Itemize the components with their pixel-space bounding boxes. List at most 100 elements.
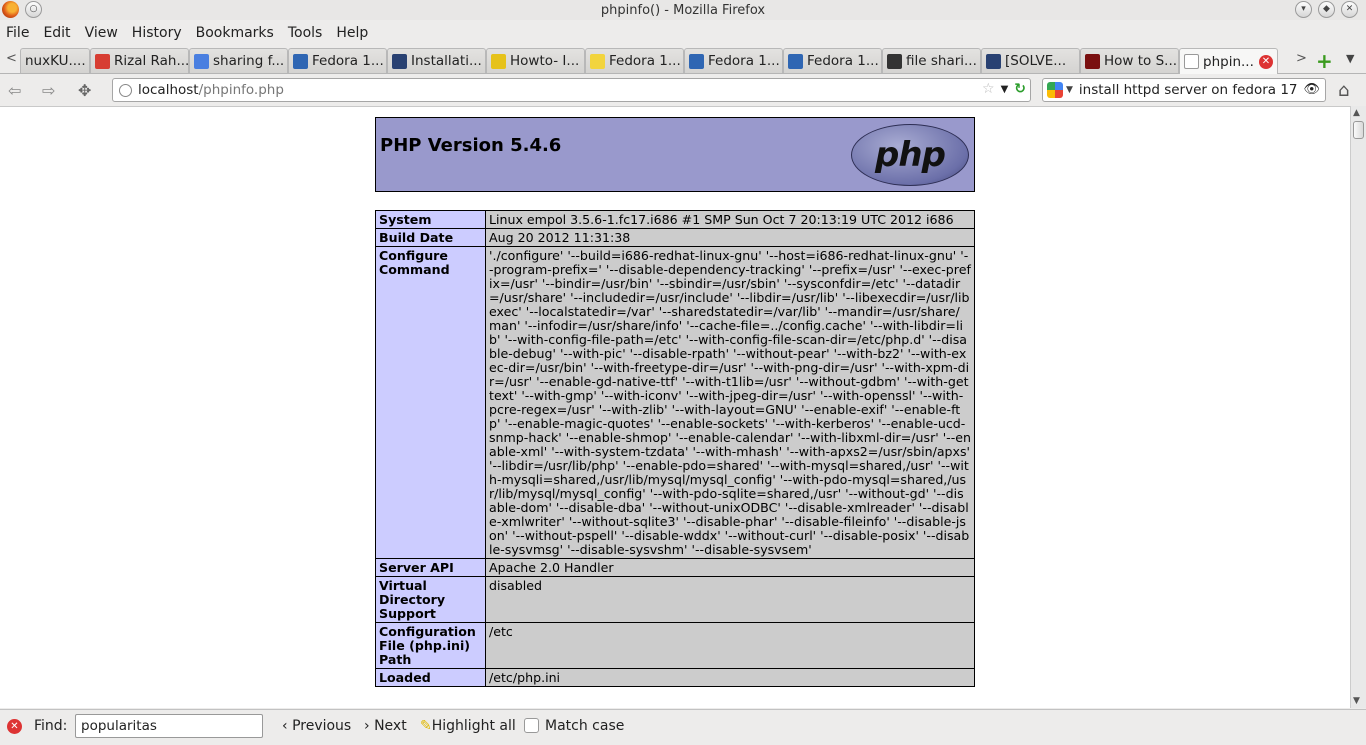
browser-tab[interactable]: phpin... ✕ [1179, 48, 1278, 74]
tab-label: [SOLVE... [1005, 53, 1067, 69]
url-bar[interactable]: localhost/phpinfo.php ☆ ▼ ↻ [112, 78, 1031, 102]
find-next-label: Next [374, 718, 407, 734]
browser-tab[interactable]: nuxKU.... [20, 48, 90, 73]
row-value: disabled [485, 576, 975, 623]
browser-tab[interactable]: Fedora 1... [288, 48, 387, 73]
menu-view[interactable]: View [85, 25, 118, 41]
row-key: Virtual Directory Support [375, 576, 486, 623]
highlighter-icon: ✎ [420, 718, 432, 734]
checkbox-icon[interactable] [524, 718, 539, 733]
row-key: Configuration File (php.ini) Path [375, 622, 486, 669]
menu-history[interactable]: History [132, 25, 182, 41]
php-logo-text: php [875, 135, 946, 175]
tab-favicon-icon [194, 53, 209, 69]
find-previous-button[interactable]: ‹ Previous [282, 718, 351, 734]
php-version-heading: PHP Version 5.4.6 [380, 135, 562, 156]
scroll-up-icon[interactable]: ▲ [1353, 108, 1360, 118]
tab-label: Fedora 1... [807, 53, 879, 69]
search-binoculars-icon[interactable]: 👁 [1303, 82, 1320, 97]
menu-bar: File Edit View History Bookmarks Tools H… [0, 21, 1366, 45]
match-case-label: Match case [545, 718, 625, 734]
php-logo: php [851, 124, 969, 186]
menu-file[interactable]: File [6, 25, 29, 41]
tab-label: file shari... [906, 53, 977, 69]
site-identity-icon[interactable] [119, 83, 132, 97]
google-engine-icon[interactable] [1047, 82, 1063, 98]
browser-tab[interactable]: Fedora 1... [585, 48, 684, 73]
table-row: Configure Command './configure' '--build=… [375, 246, 975, 559]
tab-label: Fedora 1... [708, 53, 780, 69]
row-key: Build Date [375, 228, 486, 247]
tab-favicon-icon [293, 53, 308, 69]
find-previous-label: Previous [292, 718, 352, 734]
tab-label: sharing f... [213, 53, 285, 69]
new-tab-icon[interactable]: + [1316, 49, 1333, 73]
maximize-icon[interactable]: ◆ [1318, 1, 1335, 18]
menu-edit[interactable]: Edit [43, 25, 70, 41]
chevron-right-icon: › [364, 718, 370, 734]
close-find-bar-icon[interactable]: ✕ [7, 719, 22, 734]
find-next-button[interactable]: › Next [364, 718, 407, 734]
search-input[interactable]: install httpd server on fedora 17 [1079, 82, 1298, 98]
window-titlebar: ○ phpinfo() - Mozilla Firefox ▾ ◆ ✕ [0, 0, 1366, 20]
menu-tools[interactable]: Tools [288, 25, 323, 41]
row-value: Aug 20 2012 11:31:38 [485, 228, 975, 247]
row-key: System [375, 210, 486, 229]
tab-favicon-icon [788, 53, 803, 69]
window-menu-icon[interactable]: ○ [25, 1, 42, 18]
browser-tab[interactable]: Fedora 1... [783, 48, 882, 73]
row-key: Configure Command [375, 246, 486, 559]
tab-favicon-icon [1184, 54, 1199, 69]
search-bar[interactable]: ▼ install httpd server on fedora 17 👁 [1042, 78, 1326, 102]
page-scrollbar[interactable]: ▲ ▼ [1350, 106, 1366, 708]
firefox-logo-icon[interactable] [2, 1, 19, 18]
reload-icon[interactable]: ↻ [1014, 81, 1026, 97]
url-path: /phpinfo.php [198, 82, 284, 98]
tab-scroll-right-icon[interactable]: > [1296, 51, 1307, 66]
table-row: Virtual Directory Support disabled [375, 576, 975, 623]
tab-label: Rizal Rah... [114, 53, 189, 69]
minimize-icon[interactable]: ▾ [1295, 1, 1312, 18]
forward-icon[interactable]: ⇨ [42, 81, 55, 100]
search-engine-dropdown-icon[interactable]: ▼ [1066, 85, 1073, 95]
chevron-left-icon: ‹ [282, 718, 288, 734]
table-row: Loaded/etc/php.ini [375, 668, 975, 687]
browser-tab[interactable]: file shari... [882, 48, 981, 73]
bookmark-star-icon[interactable]: ☆ [982, 81, 995, 97]
browser-tab[interactable]: Howto- I... [486, 48, 585, 73]
list-all-tabs-icon[interactable]: ▼ [1346, 52, 1354, 65]
scroll-down-icon[interactable]: ▼ [1353, 696, 1360, 706]
find-input[interactable] [75, 714, 263, 738]
find-bar: ✕ Find: ‹ Previous › Next ✎Highlight all… [0, 709, 1366, 745]
menu-bookmarks[interactable]: Bookmarks [196, 25, 274, 41]
tab-favicon-icon [491, 53, 506, 69]
find-label: Find: [34, 718, 68, 734]
browser-tab[interactable]: Rizal Rah... [90, 48, 189, 73]
home-icon[interactable]: ⌂ [1338, 80, 1349, 101]
browser-tab[interactable]: sharing f... [189, 48, 288, 73]
browser-tab[interactable]: [SOLVE... [981, 48, 1080, 73]
tab-favicon-icon [95, 53, 110, 69]
tab-scroll-left-icon[interactable]: < [6, 51, 17, 66]
close-window-icon[interactable]: ✕ [1341, 1, 1358, 18]
url-host: localhost [138, 82, 199, 98]
back-icon[interactable]: ⇦ [8, 81, 21, 100]
table-row: System Linux empol 3.5.6-1.fc17.i686 #1 S… [375, 210, 975, 229]
tab-favicon-icon [986, 53, 1001, 69]
url-dropdown-icon[interactable]: ▼ [1001, 84, 1009, 95]
scrollbar-thumb[interactable] [1353, 121, 1364, 139]
highlight-all-button[interactable]: ✎Highlight all [420, 718, 516, 734]
match-case-checkbox[interactable]: Match case [524, 718, 624, 734]
window-title: phpinfo() - Mozilla Firefox [600, 2, 766, 18]
puzzle-icon[interactable]: ✥ [78, 81, 91, 100]
page-content: PHP Version 5.4.6 php System Linux empol … [0, 106, 1350, 708]
row-key: Loaded [375, 668, 486, 687]
browser-tab[interactable]: How to S... [1080, 48, 1179, 73]
close-tab-icon[interactable]: ✕ [1259, 54, 1273, 69]
row-value: Apache 2.0 Handler [485, 558, 975, 577]
menu-help[interactable]: Help [336, 25, 368, 41]
tab-favicon-icon [392, 53, 407, 69]
browser-tab[interactable]: Fedora 1... [684, 48, 783, 73]
browser-tab[interactable]: Installati... [387, 48, 486, 73]
tab-label: Fedora 1... [609, 53, 681, 69]
